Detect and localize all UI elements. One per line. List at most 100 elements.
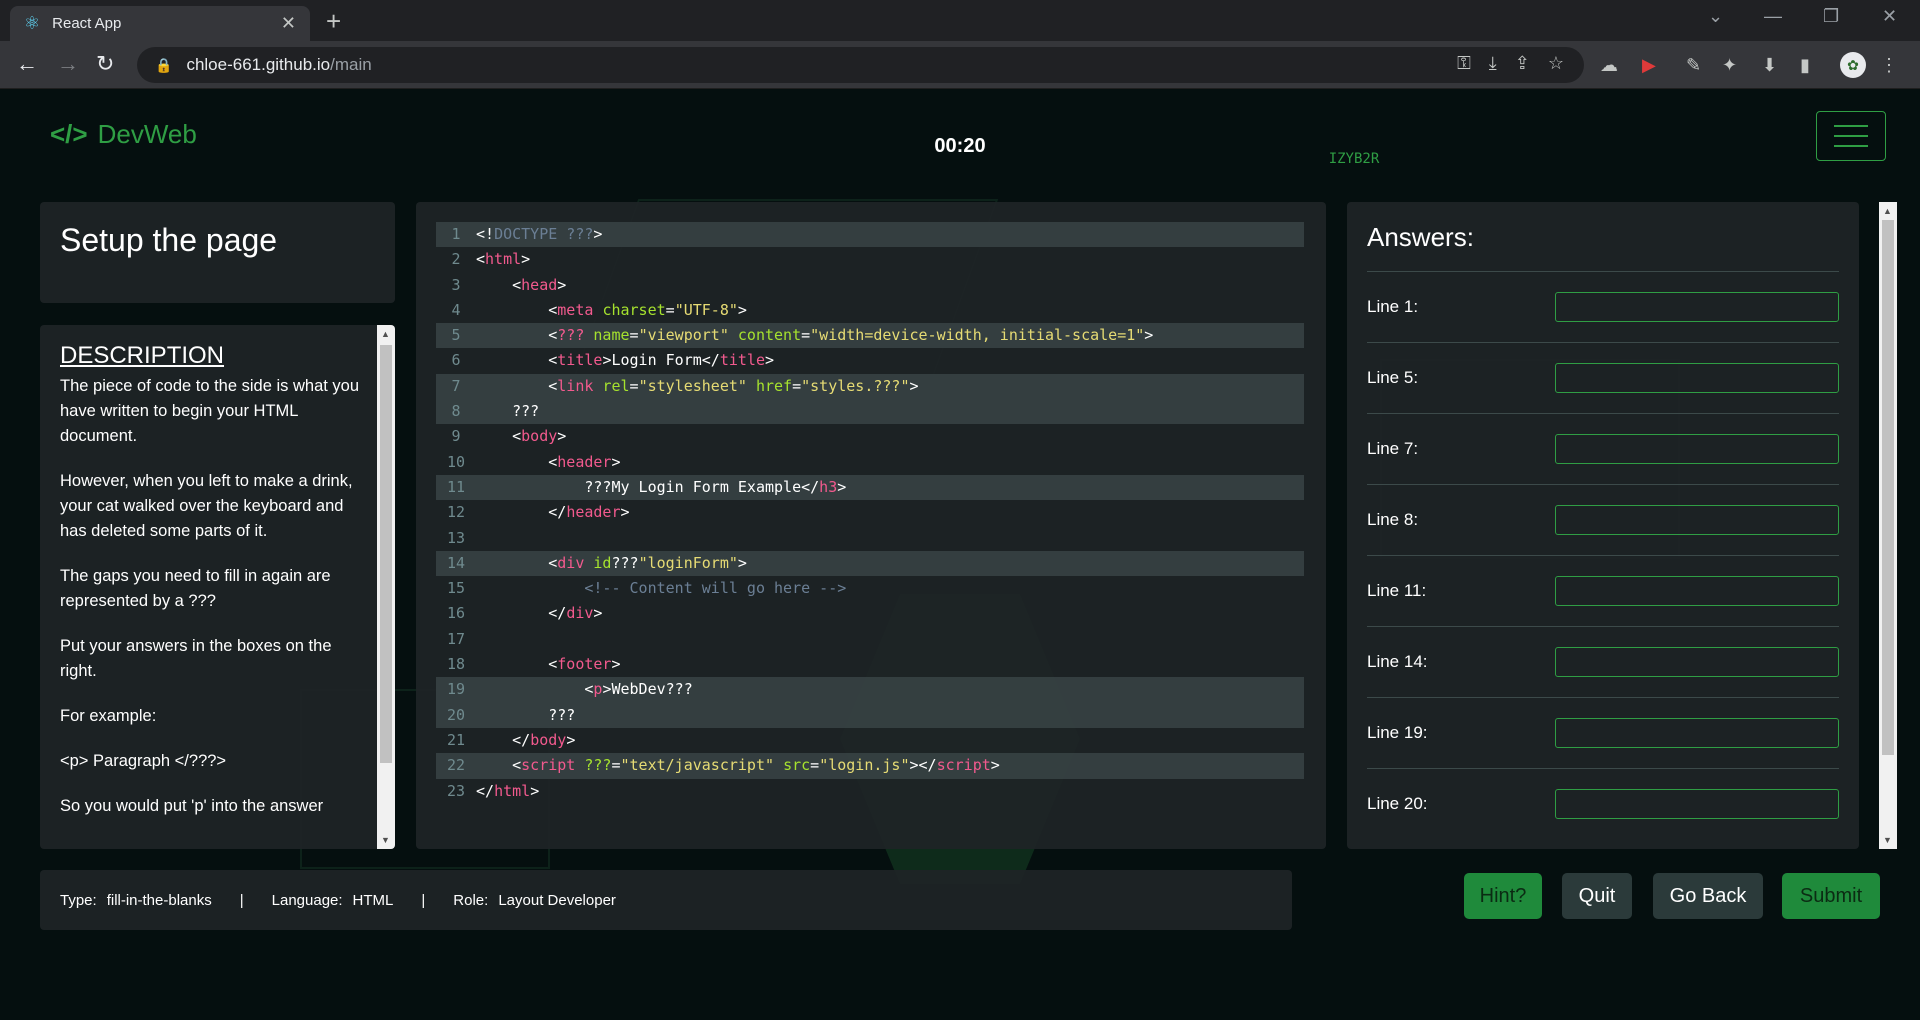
code-token: < (476, 300, 558, 319)
role-value: Layout Developer (498, 891, 616, 909)
code-token: < (476, 376, 558, 395)
scrollbar-thumb[interactable] (1882, 220, 1894, 755)
code-token: </ (476, 604, 567, 623)
answer-input-line-11[interactable] (1555, 576, 1839, 606)
code-token: </ (476, 503, 567, 522)
reload-icon[interactable]: ↻ (96, 51, 114, 77)
download-icon[interactable]: ⬇ (1762, 55, 1777, 76)
answer-label: Line 7: (1367, 439, 1419, 458)
answer-input-line-7[interactable] (1555, 434, 1839, 464)
answers-scrollbar[interactable]: ▲ ▼ (1879, 202, 1897, 849)
code-icon: </> (50, 119, 88, 149)
line-number: 11 (446, 477, 466, 496)
extensions-puzzle-icon[interactable]: ✦ (1722, 55, 1737, 76)
answer-input-line-14[interactable] (1555, 647, 1839, 677)
go-back-button[interactable]: Go Back (1653, 873, 1763, 919)
quit-button[interactable]: Quit (1562, 873, 1632, 919)
code-token: "viewport" (638, 326, 729, 345)
code-line: 5 <??? name="viewport" content="width=de… (436, 323, 1304, 349)
code-token: "styles.???" (801, 376, 910, 395)
forward-icon[interactable]: → (57, 51, 79, 77)
code-token: </ (476, 781, 495, 800)
back-icon[interactable]: ← (16, 51, 38, 77)
browser-menu-icon[interactable]: ⋮ (1880, 55, 1898, 76)
code-token: > (557, 427, 567, 446)
answer-input-line-1[interactable] (1555, 292, 1839, 322)
answer-input-line-19[interactable] (1555, 718, 1839, 748)
media-extension-icon[interactable]: ▶ (1642, 55, 1656, 76)
scroll-up-arrow-icon[interactable]: ▲ (1883, 206, 1892, 216)
tab-search-icon[interactable]: ⌄ (1708, 6, 1723, 27)
line-number: 12 (446, 503, 466, 522)
side-panel-icon[interactable]: ▮ (1800, 55, 1810, 76)
code-token: > (593, 225, 603, 243)
code-text: ??? (476, 703, 575, 728)
code-token: href (755, 376, 793, 395)
code-line: 17 (436, 627, 1304, 652)
code-line: 13 (436, 526, 1304, 551)
share-icon[interactable]: ⇪ (1515, 53, 1530, 74)
cloud-extension-icon[interactable]: ☁ (1600, 55, 1618, 76)
code-token: > (530, 781, 540, 800)
url-path: /main (330, 55, 372, 74)
lock-icon: 🔒 (155, 56, 173, 73)
code-token: > (765, 351, 775, 370)
profile-avatar[interactable]: ✿ (1840, 52, 1866, 78)
description-paragraph: For example: (60, 707, 157, 725)
code-token: < (476, 427, 522, 446)
scroll-down-arrow-icon[interactable]: ▼ (1883, 835, 1892, 845)
code-token: header (557, 452, 612, 471)
code-text: ???My Login Form Example</h3> (476, 475, 846, 500)
line-number: 6 (451, 351, 461, 370)
minimize-icon[interactable]: — (1764, 6, 1782, 27)
description-scrollbar[interactable]: ▲ ▼ (377, 325, 395, 849)
key-icon[interactable]: ⚿ (1457, 53, 1471, 74)
answer-input-line-8[interactable] (1555, 505, 1839, 535)
code-token: body (530, 730, 567, 749)
code-token: > (620, 503, 630, 522)
code-text: <html> (476, 247, 530, 272)
scroll-up-arrow-icon[interactable]: ▲ (381, 329, 390, 339)
scroll-down-arrow-icon[interactable]: ▼ (381, 835, 390, 845)
answer-label: Line 11: (1367, 581, 1427, 600)
code-token: "UTF-8" (674, 300, 738, 319)
install-icon[interactable]: ⤓ (1489, 53, 1497, 74)
code-token: > (611, 452, 621, 471)
code-token: < (476, 655, 558, 674)
answer-row: Line 5: (1367, 342, 1839, 413)
line-number: 19 (446, 680, 466, 699)
submit-button[interactable]: Submit (1782, 873, 1880, 919)
maximize-icon[interactable]: ❐ (1823, 6, 1839, 27)
code-line: 3 <head> (436, 273, 1304, 298)
code-line: 23 </html> (436, 779, 1304, 804)
line-number: 4 (451, 300, 461, 319)
brand-logo[interactable]: </> DevWeb (50, 119, 197, 150)
close-window-icon[interactable]: ✕ (1882, 6, 1897, 27)
code-token: head (521, 275, 558, 294)
answer-row: Line 11: (1367, 555, 1839, 626)
scrollbar-thumb[interactable] (380, 345, 392, 763)
code-token: < (476, 351, 558, 370)
line-number: 14 (446, 553, 466, 572)
pen-extension-icon[interactable]: ✎ (1686, 55, 1701, 76)
bookmark-star-icon[interactable]: ☆ (1548, 53, 1564, 74)
code-token: meta (557, 300, 594, 319)
hamburger-menu-button[interactable] (1816, 111, 1886, 161)
browser-tab[interactable]: ⚛ React App ✕ (10, 6, 310, 41)
code-line: 14 <div id???"loginForm"> (436, 550, 1304, 577)
code-token: > (737, 300, 747, 319)
code-token: ??? (611, 553, 639, 572)
menu-bar (1834, 145, 1868, 147)
new-tab-icon[interactable]: + (326, 6, 341, 36)
answer-input-line-5[interactable] (1555, 363, 1839, 393)
url-field[interactable]: 🔒 chloe-661.github.io /main ⚿ ⤓ ⇪ ☆ (137, 47, 1584, 83)
code-line: 10 <header> (436, 450, 1304, 475)
code-token: ??? (476, 705, 576, 724)
answer-input-line-20[interactable] (1555, 789, 1839, 819)
code-text: </div> (476, 601, 602, 626)
answer-label: Line 19: (1367, 723, 1428, 742)
code-token: html (494, 781, 531, 800)
hint-button[interactable]: Hint? (1464, 873, 1542, 919)
close-tab-icon[interactable]: ✕ (281, 13, 296, 34)
